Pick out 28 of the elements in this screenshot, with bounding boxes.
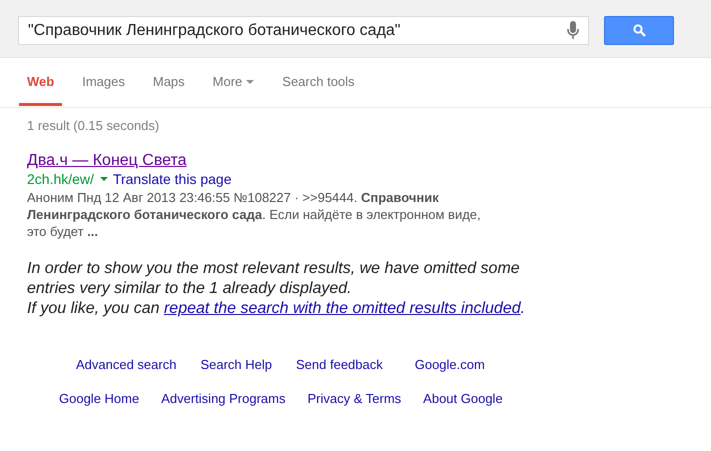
result-url: 2ch.hk/ew/ — [27, 171, 94, 187]
caret-icon[interactable] — [100, 177, 108, 181]
nav-tab[interactable]: Maps — [144, 58, 193, 106]
microphone-icon[interactable] — [567, 21, 579, 40]
footer-link[interactable]: Privacy & Terms — [308, 391, 402, 406]
search-field[interactable]: "Справочник Ленинградского ботанического сада" — [18, 16, 589, 45]
search-button[interactable] — [604, 16, 674, 45]
footer-link[interactable]: Search Help — [200, 357, 272, 372]
search-query: "Справочник Ленинградского ботанического сада" — [28, 22, 402, 40]
result-title-link[interactable]: Два.ч — Конец Света — [27, 152, 187, 169]
translate-link[interactable]: Translate this page — [112, 171, 232, 187]
nav-tab[interactable]: Images — [74, 58, 133, 106]
footer-link[interactable]: Google Home — [59, 391, 140, 406]
footer-link[interactable]: Google.com — [414, 357, 485, 372]
caret-icon — [246, 80, 254, 84]
nav-tab[interactable]: Search tools — [274, 58, 363, 106]
nav-tab[interactable]: Web — [19, 58, 62, 106]
footer-link[interactable]: Advertising Programs — [161, 391, 286, 406]
omitted-notice: In order to show you the most relevant results, we have omitted some entries very similar to the 1 already displayed. — [27, 259, 521, 299]
repeat-search-sentence: If you like, you can repeat the search with the omitted results included. — [27, 299, 526, 319]
footer-link[interactable]: Advanced search — [76, 357, 176, 372]
search-icon — [632, 24, 646, 37]
footer-link[interactable]: About Google — [423, 391, 503, 406]
result-snippet: Аноним Пнд 12 Авг 2013 23:46:55 №108227 · >>95444. Справочник Ленинградского ботанического сада. Если найдёте в электронном виде, это будет ... — [27, 189, 482, 240]
repeat-search-link[interactable]: repeat the search with the omitted results included — [164, 300, 521, 317]
result-stats: 1 result (0.15 seconds) — [27, 118, 160, 133]
footer-link[interactable]: Send feedback — [296, 357, 383, 372]
more-menu[interactable]: More — [204, 58, 262, 106]
